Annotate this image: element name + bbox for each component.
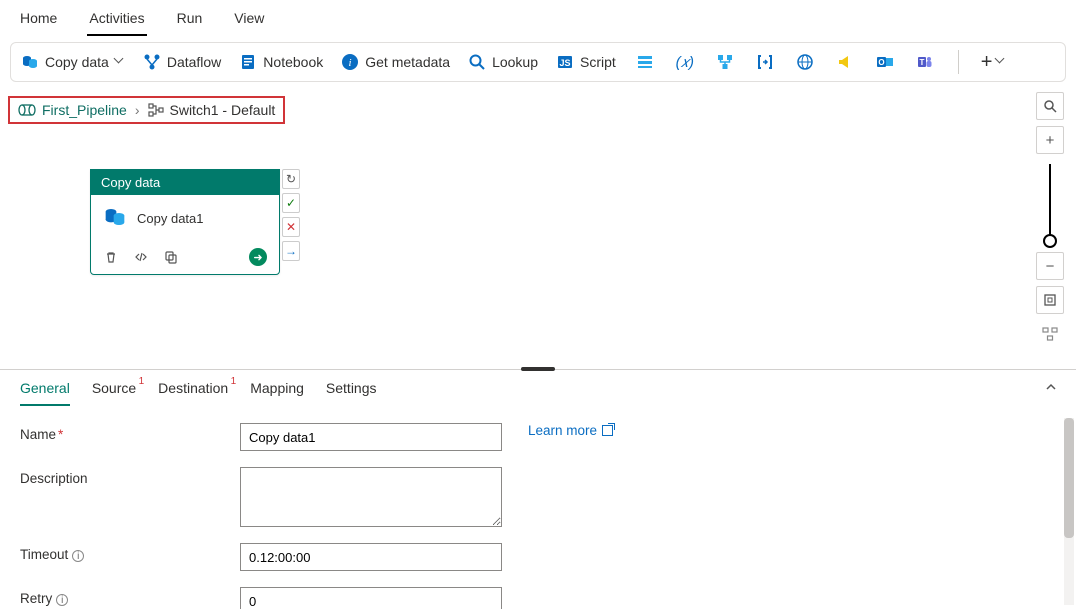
ribbon-script[interactable]: JS Script [556, 53, 616, 71]
layout-button[interactable] [1036, 320, 1064, 348]
panel-tab-settings[interactable]: Settings [326, 380, 377, 406]
pipeline-canvas[interactable]: Copy data Copy data1 ➜ ↻ ✓ [0, 124, 1076, 374]
breadcrumb-pipeline-link[interactable]: First_Pipeline [18, 102, 127, 118]
breadcrumb-separator: › [135, 102, 140, 118]
properties-panel: General Source 1 Destination 1 Mapping S… [0, 369, 1076, 609]
panel-collapse-button[interactable] [1044, 380, 1058, 397]
description-label: Description [20, 467, 220, 486]
pipeline-icon [18, 103, 36, 117]
zoom-slider[interactable] [1049, 164, 1051, 242]
ribbon-dataflow[interactable]: Dataflow [143, 53, 221, 71]
general-form: Name* Learn more Description Timeouti Re… [0, 407, 1076, 609]
ribbon-divider [958, 50, 959, 74]
connector-failure[interactable]: ✕ [282, 217, 300, 237]
ribbon-notebook[interactable]: Notebook [239, 53, 323, 71]
breadcrumb-pipeline-label: First_Pipeline [42, 102, 127, 118]
ribbon-item-list-icon[interactable] [634, 51, 656, 73]
copy-data-icon [21, 53, 39, 71]
panel-tabs: General Source 1 Destination 1 Mapping S… [0, 370, 1076, 407]
info-icon: i [341, 53, 359, 71]
activity-card-title: Copy data1 [137, 211, 204, 226]
chevron-down-icon [115, 57, 125, 67]
run-activity-icon[interactable]: ➜ [249, 248, 267, 266]
code-icon[interactable] [133, 249, 149, 265]
svg-text:O: O [878, 58, 884, 67]
canvas-search-button[interactable] [1036, 92, 1064, 120]
activity-connectors: ↻ ✓ ✕ → [282, 169, 300, 261]
ribbon-dataflow-label: Dataflow [167, 54, 221, 70]
learn-more-link[interactable]: Learn more [528, 423, 613, 438]
connector-retry[interactable]: ↻ [282, 169, 300, 189]
tab-run[interactable]: Run [175, 6, 205, 36]
script-icon: JS [556, 53, 574, 71]
ribbon-item-branch-icon[interactable] [714, 51, 736, 73]
timeout-label: Timeouti [20, 543, 220, 562]
zoom-out-button[interactable]: − [1036, 252, 1064, 280]
zoom-in-button[interactable]: + [1036, 126, 1064, 154]
tab-activities[interactable]: Activities [87, 6, 146, 36]
plus-icon: + [981, 51, 993, 74]
ribbon-add-more[interactable]: + [981, 51, 1007, 74]
dataflow-icon [143, 53, 161, 71]
panel-tab-general[interactable]: General [20, 380, 70, 406]
ribbon-item-bracket-icon[interactable] [754, 51, 776, 73]
zoom-thumb[interactable] [1043, 234, 1057, 248]
ribbon-get-metadata-label: Get metadata [365, 54, 450, 70]
connector-success[interactable]: ✓ [282, 193, 300, 213]
panel-scrollbar-thumb[interactable] [1064, 418, 1074, 538]
tab-home[interactable]: Home [18, 6, 59, 36]
activity-card-copy-data[interactable]: Copy data Copy data1 ➜ [90, 169, 280, 275]
error-badge: 1 [139, 376, 145, 387]
copy-data-icon [103, 205, 127, 232]
panel-tab-source[interactable]: Source 1 [92, 380, 136, 406]
breadcrumb-current: Switch1 - Default [148, 102, 276, 118]
ribbon-copy-data[interactable]: Copy data [21, 53, 125, 71]
panel-tab-source-label: Source [92, 380, 136, 396]
ribbon-script-label: Script [580, 54, 616, 70]
retry-input[interactable] [240, 587, 502, 609]
error-badge: 1 [231, 376, 237, 387]
ribbon-get-metadata[interactable]: i Get metadata [341, 53, 450, 71]
panel-tab-destination[interactable]: Destination 1 [158, 380, 228, 406]
info-icon: i [56, 594, 68, 606]
panel-tab-destination-label: Destination [158, 380, 228, 396]
breadcrumb-current-label: Switch1 - Default [170, 102, 276, 118]
info-icon: i [72, 550, 84, 562]
ribbon-item-web-icon[interactable] [794, 51, 816, 73]
ribbon-notebook-label: Notebook [263, 54, 323, 70]
svg-text:JS: JS [559, 58, 570, 68]
fit-screen-button[interactable] [1036, 286, 1064, 314]
ribbon-item-announce-icon[interactable] [834, 51, 856, 73]
panel-scrollbar[interactable] [1064, 418, 1074, 605]
copy-icon[interactable] [163, 249, 179, 265]
notebook-icon [239, 53, 257, 71]
ribbon-lookup[interactable]: Lookup [468, 53, 538, 71]
retry-label: Retryi [20, 587, 220, 606]
name-input[interactable] [240, 423, 502, 451]
canvas-tools: + − [1036, 92, 1064, 348]
ribbon-item-variable-icon[interactable]: (𝑥) [674, 51, 696, 73]
activity-card-header: Copy data [91, 170, 279, 195]
name-label: Name* [20, 423, 220, 442]
ribbon-item-outlook-icon[interactable]: O [874, 51, 896, 73]
ribbon-item-teams-icon[interactable]: T [914, 51, 936, 73]
timeout-input[interactable] [240, 543, 502, 571]
svg-text:T: T [919, 58, 924, 67]
activities-ribbon: Copy data Dataflow Notebook i Get metada… [10, 42, 1066, 82]
external-link-icon [602, 425, 613, 436]
connector-completion[interactable]: → [282, 241, 300, 261]
top-tab-bar: Home Activities Run View [0, 0, 1076, 36]
svg-text:i: i [349, 57, 352, 69]
chevron-down-icon [996, 57, 1006, 67]
delete-icon[interactable] [103, 249, 119, 265]
description-input[interactable] [240, 467, 502, 527]
panel-tab-mapping[interactable]: Mapping [250, 380, 304, 406]
switch-icon [148, 103, 164, 117]
search-icon [468, 53, 486, 71]
ribbon-lookup-label: Lookup [492, 54, 538, 70]
ribbon-copy-data-label: Copy data [45, 54, 109, 70]
tab-view[interactable]: View [232, 6, 266, 36]
breadcrumb: First_Pipeline › Switch1 - Default [8, 96, 285, 124]
